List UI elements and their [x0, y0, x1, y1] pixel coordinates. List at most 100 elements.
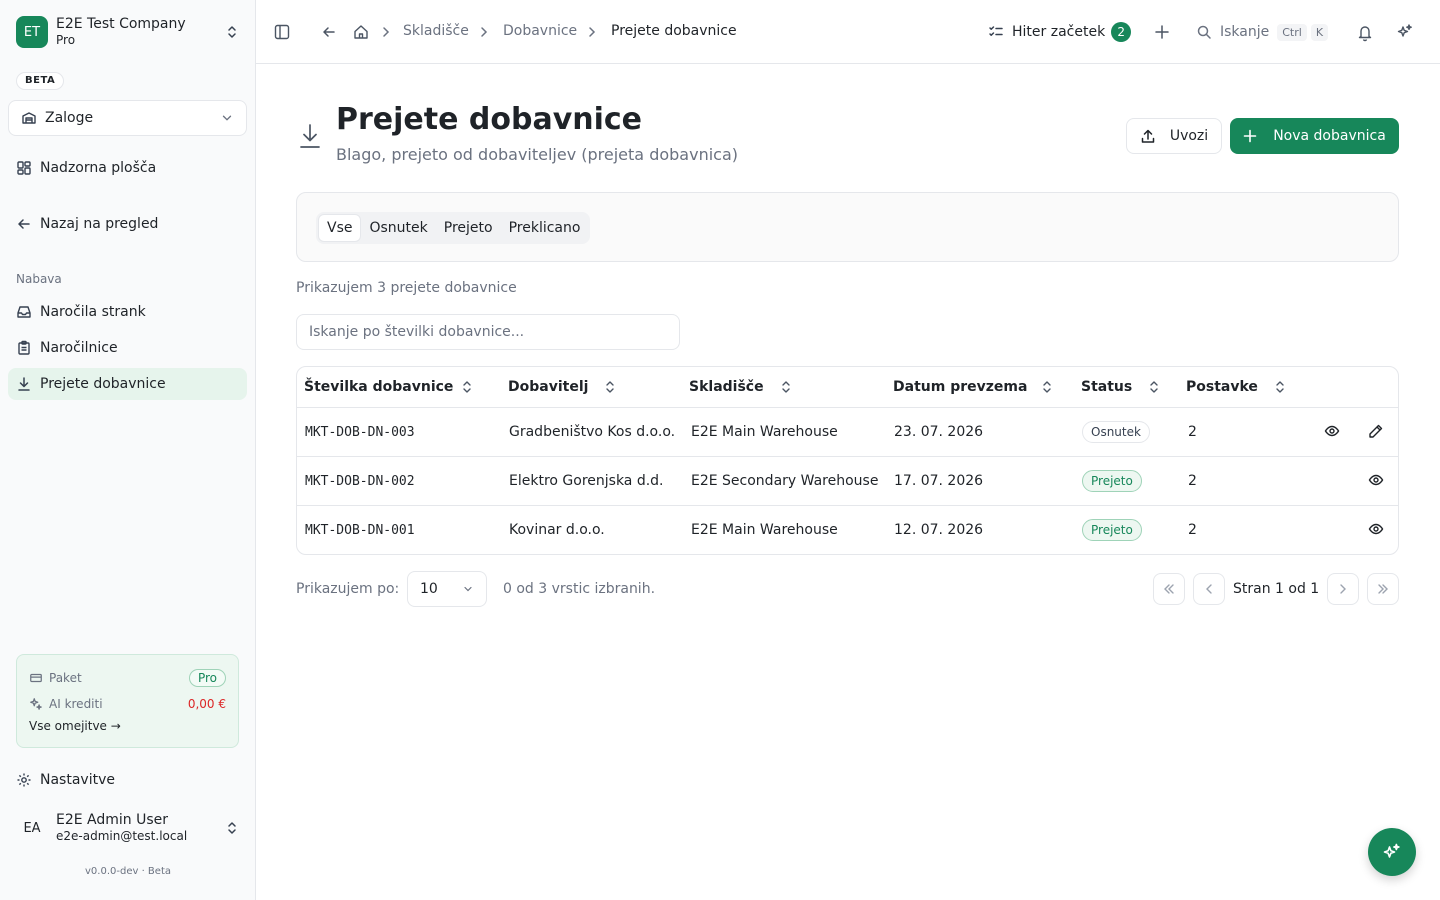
- page-subtitle: Blago, prejeto od dobaviteljev (prejeta …: [336, 145, 738, 164]
- plan-label: Paket: [49, 671, 82, 685]
- previous-page-button[interactable]: [1193, 573, 1225, 605]
- table-row[interactable]: MKT-DOB-DN-003 Gradbeništvo Kos d.o.o. E…: [297, 408, 1398, 457]
- sidebar-item-dashboard[interactable]: Nadzorna plošča: [8, 152, 247, 184]
- sidebar-item-customer-orders[interactable]: Naročila strank: [8, 296, 247, 328]
- ai-credits-value: 0,00 €: [187, 697, 226, 711]
- cell-number: MKT-DOB-DN-003: [305, 425, 415, 440]
- cell-warehouse: E2E Secondary Warehouse: [691, 473, 879, 489]
- tab-cancelled[interactable]: Preklicano: [501, 214, 589, 242]
- breadcrumb-current: Prejete dobavnice: [611, 23, 737, 39]
- eye-icon[interactable]: [1368, 521, 1384, 537]
- app-version: v0.0.0-dev · Beta: [85, 866, 171, 877]
- table-row[interactable]: MKT-DOB-DN-002 Elektro Gorenjska d.d. E2…: [297, 457, 1398, 506]
- quick-start-count-badge: 2: [1111, 22, 1132, 42]
- sidebar-item-label: Naročilnice: [40, 340, 118, 356]
- sidebar-toggle-icon[interactable]: [274, 20, 290, 44]
- cell-number: MKT-DOB-DN-001: [305, 523, 415, 538]
- all-limits-link[interactable]: Vse omejitve →: [29, 719, 226, 733]
- sidebar-item-received-delivery-notes[interactable]: Prejete dobavnice: [8, 368, 247, 400]
- import-button[interactable]: Uvozi: [1126, 118, 1222, 154]
- breadcrumb-warehouse[interactable]: Skladišče: [403, 23, 469, 39]
- sort-icon: [461, 380, 473, 394]
- status-filter-card: Vse Osnutek Prejeto Preklicano: [296, 192, 1399, 262]
- pencil-icon[interactable]: [1368, 423, 1384, 439]
- status-badge: Prejeto: [1082, 519, 1142, 541]
- column-header-label: Skladišče: [689, 379, 764, 395]
- tab-draft[interactable]: Osnutek: [361, 214, 435, 242]
- delivery-notes-table: Številka dobavnice Dobavitelj Skladišče …: [296, 366, 1399, 555]
- cell-date: 23. 07. 2026: [894, 424, 984, 440]
- sidebar-item-label: Prejete dobavnice: [40, 376, 166, 392]
- plus-icon: [1243, 129, 1257, 143]
- sidebar-item-label: Nastavitve: [40, 772, 115, 788]
- bell-icon[interactable]: [1357, 20, 1373, 44]
- module-select[interactable]: Zaloge: [8, 100, 247, 136]
- download-icon: [16, 376, 32, 392]
- dashboard-icon: [16, 160, 32, 176]
- chevron-left-icon: [1202, 582, 1216, 596]
- sidebar-item-purchase-orders[interactable]: Naročilnice: [8, 332, 247, 364]
- sidebar-item-label: Nadzorna plošča: [40, 160, 157, 176]
- search-input[interactable]: [296, 314, 680, 350]
- cell-date: 17. 07. 2026: [894, 473, 984, 489]
- first-page-button[interactable]: [1153, 573, 1185, 605]
- ai-assistant-button[interactable]: [1368, 828, 1416, 876]
- cell-warehouse: E2E Main Warehouse: [691, 522, 838, 538]
- column-header-label: Številka dobavnice: [304, 379, 454, 395]
- cell-warehouse: E2E Main Warehouse: [691, 424, 838, 440]
- company-avatar: ET: [16, 16, 48, 48]
- column-header-items[interactable]: Postavke: [1186, 379, 1286, 395]
- table-row[interactable]: MKT-DOB-DN-001 Kovinar d.o.o. E2E Main W…: [297, 506, 1398, 554]
- tab-received[interactable]: Prejeto: [436, 214, 501, 242]
- page-size-select[interactable]: 10: [407, 571, 487, 607]
- shortcut-key: Ctrl: [1277, 23, 1307, 41]
- global-search-button[interactable]: Iskanje Ctrl K: [1196, 20, 1329, 44]
- column-header-warehouse[interactable]: Skladišče: [689, 379, 792, 395]
- results-count: Prikazujem 3 prejete dobavnice: [296, 280, 517, 296]
- sort-icon: [1148, 380, 1160, 394]
- inbox-icon: [16, 304, 32, 320]
- sidebar-item-label: Nazaj na pregled: [40, 216, 159, 232]
- new-delivery-note-button[interactable]: Nova dobavnica: [1230, 118, 1399, 154]
- module-select-value: Zaloge: [45, 110, 94, 126]
- tab-all[interactable]: Vse: [318, 214, 362, 242]
- credit-card-icon: [29, 671, 43, 685]
- back-arrow-icon[interactable]: [321, 20, 337, 44]
- eye-icon[interactable]: [1368, 472, 1384, 488]
- company-name: E2E Test Company: [56, 15, 186, 32]
- sidebar-item-back[interactable]: Nazaj na pregled: [8, 208, 247, 240]
- column-header-date[interactable]: Datum prevzema: [893, 379, 1053, 395]
- breadcrumb-delivery-notes[interactable]: Dobavnice: [503, 23, 577, 39]
- last-page-button[interactable]: [1367, 573, 1399, 605]
- chevrons-up-down-icon: [224, 24, 240, 40]
- cell-items: 2: [1188, 522, 1197, 538]
- sparkles-icon[interactable]: [1397, 20, 1413, 44]
- cell-supplier: Kovinar d.o.o.: [509, 522, 605, 538]
- company-switcher[interactable]: ET E2E Test Company Pro: [8, 8, 248, 56]
- column-header-label: Dobavitelj: [508, 379, 589, 395]
- plan-card: Paket Pro AI krediti 0,00 € Vse omejitve…: [16, 654, 239, 748]
- column-header-status[interactable]: Status: [1081, 379, 1160, 395]
- sparkles-icon: [29, 697, 43, 711]
- plan-badge: Pro: [188, 669, 226, 687]
- plus-icon[interactable]: [1154, 20, 1170, 44]
- chevron-right-icon: [586, 25, 598, 39]
- column-header-supplier[interactable]: Dobavitelj: [508, 379, 616, 395]
- column-header-number[interactable]: Številka dobavnice: [304, 379, 473, 395]
- eye-icon[interactable]: [1324, 423, 1340, 439]
- page-size-value: 10: [420, 581, 438, 597]
- status-badge: Osnutek: [1082, 421, 1150, 443]
- home-icon[interactable]: [353, 20, 369, 44]
- page-title: Prejete dobavnice: [336, 102, 643, 137]
- chevron-right-icon: [478, 25, 490, 39]
- user-menu[interactable]: EA E2E Admin User e2e-admin@test.local: [8, 804, 248, 852]
- sidebar-item-settings[interactable]: Nastavitve: [8, 764, 247, 796]
- next-page-button[interactable]: [1327, 573, 1359, 605]
- quick-start-button[interactable]: Hiter začetek 2: [988, 20, 1132, 44]
- sidebar-item-label: Naročila strank: [40, 304, 146, 320]
- cell-date: 12. 07. 2026: [894, 522, 984, 538]
- import-label: Uvozi: [1169, 128, 1209, 144]
- cell-number: MKT-DOB-DN-002: [305, 474, 415, 489]
- download-icon: [298, 122, 322, 150]
- sidebar-section-label: Nabava: [16, 272, 62, 286]
